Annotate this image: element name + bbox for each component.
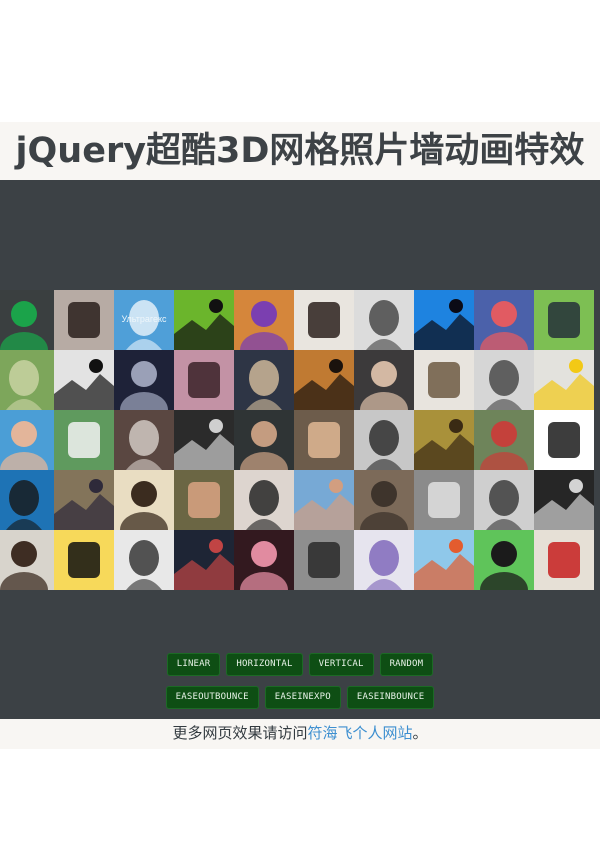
young-man-photo [294,410,354,470]
lego-head-photo [534,350,594,410]
jumping-person-photo [474,290,534,350]
man-office-photo [354,470,414,530]
smiling-man-photo [174,470,234,530]
footer-prefix: 更多网页效果请访问 [172,724,308,742]
footer-note: 更多网页效果请访问符海飞个人网站。 [0,719,600,747]
easeoutbounce-button[interactable]: EASEOUTBOUNCE [165,686,259,709]
photo-wall-stage: Ультрагекс LINEAR HORIZONTAL VERTICAL RA… [0,180,600,719]
girl-portrait-photo [174,350,234,410]
chubby-man-photo [114,530,174,590]
cartoon-glasses-avatar [534,290,594,350]
smiling-woman-photo [294,290,354,350]
man-closeup-photo [294,470,354,530]
bowtie-logo-icon [414,290,474,350]
meditation-landscape-photo [0,350,54,410]
cartoon-boy-avatar [474,530,534,590]
man-suit-photo [234,410,294,470]
green-robot-avatar-icon [0,290,54,350]
green-smiley-box-icon [174,290,234,350]
ultragex-logo-tile: Ультрагекс [114,290,174,350]
vertical-button[interactable]: VERTICAL [308,653,374,676]
easeinbounce-button[interactable]: EASEINBOUNCE [346,686,435,709]
skull-art-photo [174,410,234,470]
bald-man-bw-photo [414,470,474,530]
woman-portrait-photo [54,290,114,350]
woman-monochrome-photo [354,290,414,350]
man-bw-smile-photo [474,470,534,530]
effect-buttons-row-2: EASEOUTBOUNCE EASEINEXPO EASEINBOUNCE [0,686,600,709]
man-beard-bw-photo [354,410,414,470]
easeinexpo-button[interactable]: EASEINEXPO [264,686,341,709]
footer-suffix: 。 [412,724,428,742]
signature-art-photo [114,470,174,530]
robot-head-illustration [54,530,114,590]
html5-pony-illustration [414,530,474,590]
cat-photo [474,350,534,410]
pixel-glasses-avatar [54,350,114,410]
cartoon-girl-illustration [234,530,294,590]
mustache-cowboy-icon [534,410,594,470]
man-yellow-photo [414,410,474,470]
woman-garden-photo [54,410,114,470]
tile-caption: Ультрагекс [121,314,167,324]
man-bw-portrait-photo [534,470,594,530]
effect-buttons-row-1: LINEAR HORIZONTAL VERTICAL RANDOM [0,653,600,676]
red-hood-character-icon [534,530,594,590]
man-black-shirt-photo [234,470,294,530]
woman-dark-hair-photo [354,350,414,410]
photo-grid: Ультрагекс [0,290,600,590]
posing-girl-photo [234,350,294,410]
man-red-shirt-photo [174,530,234,590]
personal-site-link[interactable]: 符海飞个人网站 [307,724,412,742]
random-button[interactable]: RANDOM [379,653,434,676]
man-stubble-photo [0,530,54,590]
page-title: jQuery超酷3D网格照片墙动画特效 [15,131,585,171]
sketch-drawing-photo [294,530,354,590]
beach-woman-photo [0,410,54,470]
linear-button[interactable]: LINEAR [166,653,221,676]
man-glasses-closeup-photo [294,350,354,410]
mustache-man-photo [114,410,174,470]
man-suit-smile-photo [54,470,114,530]
couple-night-photo [114,350,174,410]
sloth-photo [414,350,474,410]
horizontal-button[interactable]: HORIZONTAL [226,653,303,676]
crowned-cat-illustration [234,290,294,350]
purple-cartoon-face-icon [354,530,414,590]
man-plaid-photo [474,410,534,470]
bearded-man-icon [0,470,54,530]
